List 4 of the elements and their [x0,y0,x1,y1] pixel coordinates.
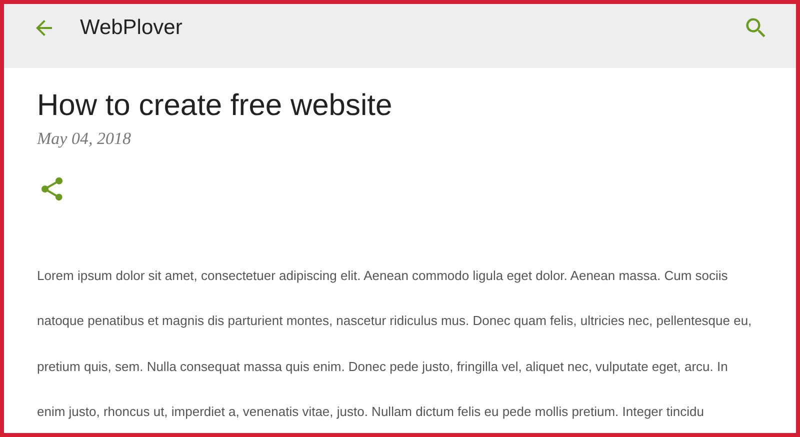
post-date: May 04, 2018 [37,128,131,150]
post-title: How to create free website [37,88,392,124]
post-body: Lorem ipsum dolor sit amet, consectetuer adipiscing elit. Aenean commodo ligula eget dolor. Aenean massa. Cum sociis natoque penatibus et magnis dis parturient montes, nascetur ridiculus mus. Donec quam felis, ultricies nec, pellentesque eu, pretium quis, sem. Nulla consequat massa quis enim. Donec pede justo, fringilla vel, aliquet nec, vulputate eget, arcu. In enim justo, rhoncus ut, imperdiet a, venenatis vitae, justo. Nullam dictum felis eu pede mollis pretium. Integer tincidu [37,266,752,421]
app-title: WebPlover [80,15,182,41]
